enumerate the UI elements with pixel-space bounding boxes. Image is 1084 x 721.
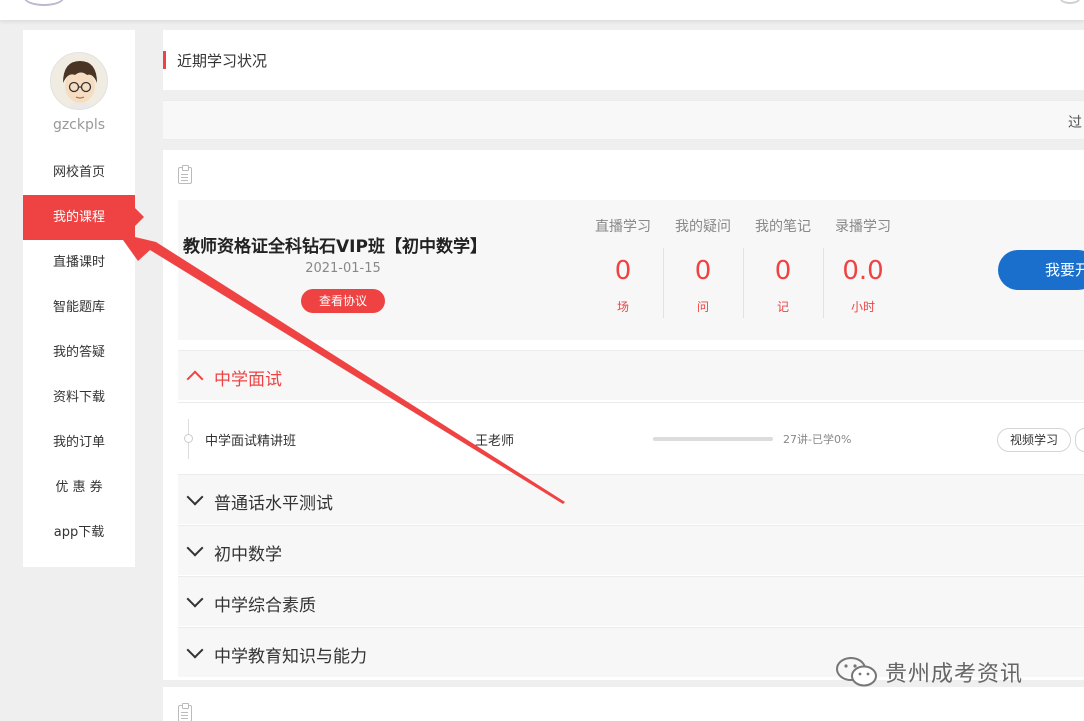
sidebar-item-downloads[interactable]: 资料下载 xyxy=(23,375,135,420)
chevron-down-icon xyxy=(186,488,204,506)
course-name[interactable]: 教师资格证全科钻石VIP班【初中数学】 xyxy=(183,232,487,257)
section-junior-math[interactable]: 初中数学 xyxy=(178,525,1084,575)
stat-recorded-study: 录播学习 0.0 小时 xyxy=(823,200,903,340)
avatar[interactable] xyxy=(50,52,108,110)
section-name: 中学教育知识与能力 xyxy=(214,647,367,667)
stat-unit: 记 xyxy=(776,300,789,314)
watermark: 贵州成考资讯 xyxy=(835,652,1023,692)
chevron-down-icon xyxy=(186,641,204,659)
username: gzckpls xyxy=(52,117,106,133)
recent-study-panel: 近期学习状况 xyxy=(163,30,1084,90)
stat-my-notes: 我的笔记 0 记 xyxy=(743,200,823,340)
lesson-name[interactable]: 中学面试精讲班 xyxy=(205,430,296,449)
page-title: 近期学习状况 xyxy=(177,52,268,70)
header-user-icon[interactable] xyxy=(1060,0,1080,4)
section-name: 中学综合素质 xyxy=(214,596,316,616)
stat-value: 0 xyxy=(774,256,792,286)
lesson-row: 中学面试精讲班 王老师 27讲-已学0% 视频学习 xyxy=(178,402,1084,474)
stat-value: 0 xyxy=(694,256,712,286)
filter-bar: 过 xyxy=(163,100,1084,140)
stat-live-study: 直播学习 0 场 xyxy=(583,200,663,340)
section-comprehensive-quality[interactable]: 中学综合素质 xyxy=(178,576,1084,626)
sidebar-item-my-courses[interactable]: 我的课程 xyxy=(23,195,144,240)
stat-label: 我的疑问 xyxy=(675,219,731,235)
clipboard-icon xyxy=(178,703,192,721)
section-interview[interactable]: 中学面试 xyxy=(178,350,1084,400)
stat-unit: 小时 xyxy=(850,300,875,314)
sidebar-nav: 网校首页 我的课程 直播课时 智能题库 我的答疑 资料下载 我的订单 优 惠 券… xyxy=(23,150,144,555)
sidebar-item-coupons[interactable]: 优 惠 券 xyxy=(23,465,135,510)
start-study-button[interactable]: 我要开 xyxy=(998,250,1084,290)
sidebar-item-app-download[interactable]: app下载 xyxy=(23,510,135,555)
chevron-down-icon xyxy=(186,539,204,557)
sidebar: gzckpls 网校首页 我的课程 直播课时 智能题库 我的答疑 资料下载 我的… xyxy=(23,30,144,567)
lesson-teacher: 王老师 xyxy=(475,434,515,449)
stat-unit: 场 xyxy=(616,300,629,314)
lesson-progress-bar xyxy=(653,437,773,441)
avatar-image xyxy=(63,61,97,109)
stat-unit: 问 xyxy=(696,300,709,314)
watermark-text: 贵州成考资讯 xyxy=(885,662,1024,687)
chevron-down-icon xyxy=(186,590,204,608)
lesson-action-button[interactable] xyxy=(1075,428,1084,452)
timeline-dot xyxy=(184,434,193,443)
section-mandarin-test[interactable]: 普通话水平测试 xyxy=(178,474,1084,524)
sidebar-item-my-orders[interactable]: 我的订单 xyxy=(23,420,135,465)
section-name: 初中数学 xyxy=(214,545,282,565)
filter-option[interactable]: 过 xyxy=(1068,112,1082,132)
top-header xyxy=(0,0,1084,20)
course-header: 教师资格证全科钻石VIP班【初中数学】 2021-01-15 查看协议 直播学习… xyxy=(178,200,1084,340)
stat-label: 直播学习 xyxy=(595,219,651,235)
stat-value: 0 xyxy=(614,256,632,286)
sidebar-item-home[interactable]: 网校首页 xyxy=(23,150,135,195)
video-study-button[interactable]: 视频学习 xyxy=(997,428,1071,452)
section-name: 普通话水平测试 xyxy=(214,494,333,514)
clipboard-icon xyxy=(178,165,192,184)
stat-my-questions: 我的疑问 0 问 xyxy=(663,200,743,340)
title-accent-bar xyxy=(163,51,166,69)
site-logo[interactable] xyxy=(24,0,64,6)
sidebar-item-question-bank[interactable]: 智能题库 xyxy=(23,285,135,330)
stat-label: 录播学习 xyxy=(835,219,891,235)
sidebar-item-my-qa[interactable]: 我的答疑 xyxy=(23,330,135,375)
wechat-icon xyxy=(835,655,879,689)
lesson-progress-text: 27讲-已学0% xyxy=(783,433,852,446)
chevron-up-icon xyxy=(186,370,204,388)
stat-label: 我的笔记 xyxy=(755,219,811,235)
course-date: 2021-01-15 xyxy=(305,261,381,276)
stat-value: 0.0 xyxy=(842,256,884,286)
course-card: 教师资格证全科钻石VIP班【初中数学】 2021-01-15 查看协议 直播学习… xyxy=(163,150,1084,680)
section-name: 中学面试 xyxy=(214,370,282,390)
sidebar-item-live-lessons[interactable]: 直播课时 xyxy=(23,240,135,285)
view-agreement-button[interactable]: 查看协议 xyxy=(301,289,385,313)
next-course-card xyxy=(163,687,1084,721)
